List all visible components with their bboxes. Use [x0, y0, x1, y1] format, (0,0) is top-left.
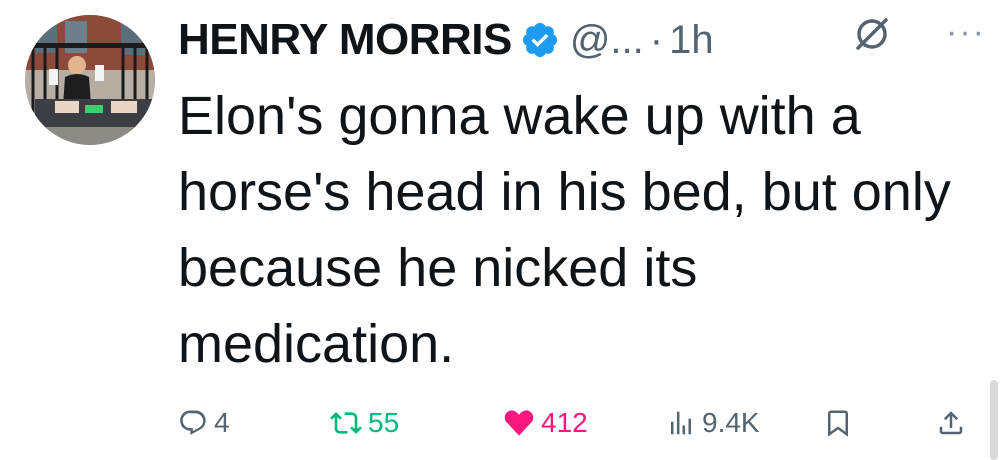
author-name[interactable]: HENRY MORRIS	[178, 15, 512, 65]
like-count: 412	[541, 407, 588, 438]
avatar[interactable]	[25, 15, 155, 145]
scrollbar[interactable]	[990, 380, 998, 460]
tweet-text: Elon's gonna wake up with a horse's head…	[178, 86, 951, 374]
grok-icon[interactable]	[852, 14, 892, 54]
heart-icon	[504, 410, 534, 436]
tweet-timestamp[interactable]: 1h	[669, 18, 714, 63]
bookmark-button[interactable]	[823, 398, 859, 448]
views-button[interactable]: 9.4K	[666, 398, 760, 448]
verified-badge-icon[interactable]	[520, 20, 560, 60]
repost-button[interactable]: 55	[330, 398, 399, 448]
reply-icon	[180, 410, 206, 435]
more-icon[interactable]: ···	[946, 14, 986, 50]
repost-icon	[330, 412, 362, 434]
repost-count: 55	[368, 407, 400, 438]
share-icon	[939, 411, 963, 435]
reply-count: 4	[214, 407, 230, 438]
views-icon	[671, 411, 691, 435]
share-button[interactable]	[936, 398, 972, 448]
bookmark-icon	[828, 410, 848, 437]
author-handle[interactable]: @...	[570, 18, 644, 63]
tweet-actions: 4 55 412 9.4K	[178, 398, 980, 448]
reply-button[interactable]: 4	[178, 398, 230, 448]
separator-dot: ·	[649, 17, 664, 62]
views-count: 9.4K	[702, 407, 760, 438]
like-button[interactable]: 412	[503, 398, 588, 448]
